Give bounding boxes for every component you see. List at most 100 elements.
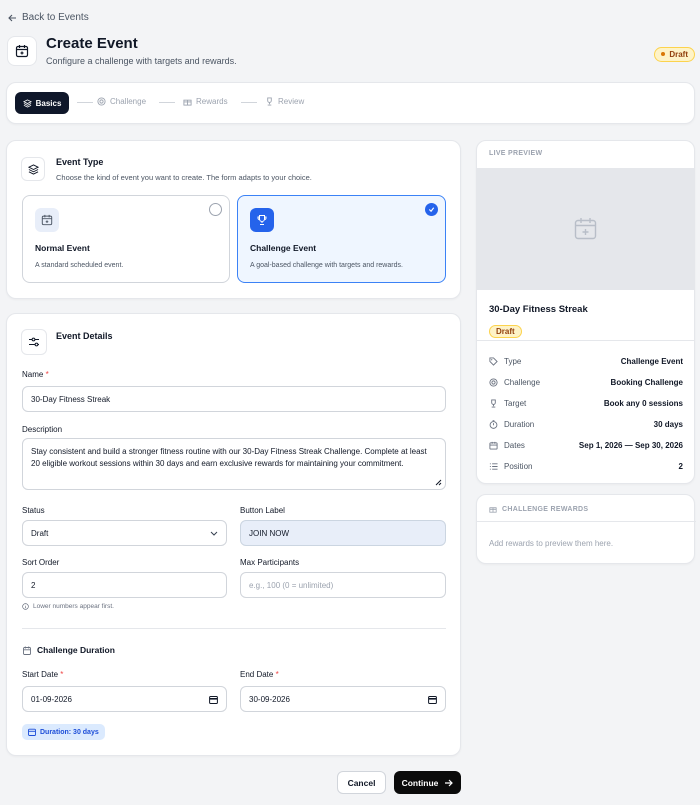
preview-row-position: Position 2	[489, 460, 683, 472]
step-connector	[159, 102, 175, 103]
duration-chip-label: Duration: 30 days	[40, 728, 99, 736]
sliders-icon	[21, 329, 47, 355]
step-challenge[interactable]: Challenge	[97, 97, 146, 106]
rewards-heading: CHALLENGE REWARDS	[489, 505, 588, 513]
arrow-left-icon	[8, 14, 16, 21]
rewards-heading-label: CHALLENGE REWARDS	[502, 505, 589, 513]
end-date-value: 30-09-2026	[249, 694, 290, 704]
normal-event-option[interactable]: Normal Event A standard scheduled event.	[22, 195, 230, 283]
back-label: Back to Events	[22, 12, 89, 23]
preview-status-badge: Draft	[489, 321, 522, 339]
layers-icon	[21, 157, 45, 181]
trophy-icon	[267, 97, 272, 106]
divider	[22, 628, 446, 629]
list-icon	[489, 462, 498, 470]
option-description: A goal-based challenge with targets and …	[250, 262, 403, 269]
step-connector	[77, 102, 93, 103]
preview-heading: LIVE PREVIEW	[489, 150, 543, 157]
status-select[interactable]: Draft	[22, 520, 227, 546]
preview-badge-label: Draft	[496, 327, 515, 336]
check-icon	[428, 207, 435, 213]
preview-title: 30-Day Fitness Streak	[489, 304, 588, 315]
start-date-value: 01-09-2026	[31, 694, 72, 704]
step-label: Review	[278, 97, 305, 106]
status-badge-label: Draft	[669, 49, 688, 59]
max-participants-input[interactable]: e.g., 100 (0 = unlimited)	[240, 572, 446, 598]
continue-button[interactable]: Continue	[394, 771, 461, 794]
status-label: Status	[22, 506, 45, 515]
preview-row-target: Target Book any 0 sessions	[489, 397, 683, 409]
option-description: A standard scheduled event.	[35, 262, 124, 269]
gift-icon	[489, 507, 497, 513]
section-title: Event Details	[56, 331, 113, 341]
back-to-events-link[interactable]: Back to Events	[8, 12, 89, 23]
sort-order-label: Sort Order	[22, 558, 60, 567]
name-label: Name *	[22, 370, 49, 379]
resize-handle-icon[interactable]	[435, 479, 442, 486]
info-icon	[22, 603, 29, 610]
calendar-plus-icon	[574, 218, 597, 240]
preview-image-placeholder	[477, 168, 694, 290]
button-label-label: Button Label	[240, 506, 285, 515]
tag-icon	[489, 356, 498, 366]
calendar-icon[interactable]	[428, 695, 437, 704]
step-basics[interactable]: Basics	[15, 92, 69, 114]
preview-row-duration: Duration 30 days	[489, 418, 683, 430]
preview-row-dates: Dates Sep 1, 2026 — Sep 30, 2026	[489, 439, 683, 451]
step-label: Basics	[35, 98, 62, 108]
button-label-input[interactable]: JOIN NOW	[240, 520, 446, 546]
start-date-input[interactable]: 01-09-2026	[22, 686, 227, 712]
calendar-plus-icon	[35, 208, 59, 232]
sort-order-hint: Lower numbers appear first.	[22, 603, 114, 610]
rewards-empty-text: Add rewards to preview them here.	[489, 539, 614, 548]
option-name: Challenge Event	[250, 243, 317, 253]
challenge-event-option[interactable]: Challenge Event A goal-based challenge w…	[237, 195, 446, 283]
step-review[interactable]: Review	[265, 97, 304, 106]
name-input[interactable]: 30-Day Fitness Streak	[22, 386, 446, 412]
radio-checked[interactable]	[425, 203, 438, 216]
timer-icon	[489, 419, 498, 429]
target-icon	[489, 377, 498, 387]
chevron-down-icon	[210, 531, 218, 536]
preview-row-type: Type Challenge Event	[489, 355, 683, 367]
divider	[477, 340, 694, 341]
section-title: Event Type	[56, 157, 104, 167]
step-label: Rewards	[196, 97, 228, 106]
preview-row-challenge: Challenge Booking Challenge	[489, 376, 683, 388]
trophy-icon	[250, 208, 274, 232]
stepper: Basics Challenge Rewards Review	[6, 82, 695, 124]
step-connector	[241, 102, 257, 103]
layers-icon	[22, 98, 32, 108]
end-date-input[interactable]: 30-09-2026	[240, 686, 446, 712]
target-icon	[97, 97, 106, 106]
arrow-right-icon	[445, 779, 454, 786]
start-date-label: Start Date *	[22, 670, 64, 679]
status-dot-icon	[661, 52, 666, 56]
event-type-section: Event Type Choose the kind of event you …	[6, 140, 461, 299]
step-rewards[interactable]: Rewards	[183, 97, 228, 106]
option-name: Normal Event	[35, 243, 90, 253]
description-text: Stay consistent and build a stronger fit…	[31, 447, 427, 468]
end-date-label: End Date *	[240, 670, 279, 679]
page-title: Create Event	[46, 35, 138, 52]
divider	[477, 521, 696, 522]
sort-order-input[interactable]: 2	[22, 572, 227, 598]
live-preview-panel: LIVE PREVIEW 30-Day Fitness Streak Draft…	[476, 140, 695, 484]
event-details-section: Event Details Name * 30-Day Fitness Stre…	[6, 313, 461, 756]
calendar-icon[interactable]	[209, 695, 218, 704]
trophy-icon	[491, 398, 496, 408]
cancel-button[interactable]: Cancel	[337, 771, 386, 794]
max-participants-label: Max Participants	[240, 558, 300, 567]
step-label: Challenge	[110, 97, 147, 106]
calendar-plus-icon	[7, 36, 37, 66]
description-label: Description	[22, 425, 63, 434]
calendar-icon	[489, 441, 498, 450]
continue-label: Continue	[401, 777, 439, 788]
radio-unchecked[interactable]	[209, 203, 222, 216]
calendar-icon	[23, 646, 31, 655]
page-subtitle: Configure a challenge with targets and r…	[46, 56, 237, 66]
status-badge: Draft	[654, 43, 695, 62]
duration-chip: Duration: 30 days	[22, 724, 105, 740]
description-textarea[interactable]: Stay consistent and build a stronger fit…	[22, 438, 446, 490]
gift-icon	[183, 99, 192, 106]
